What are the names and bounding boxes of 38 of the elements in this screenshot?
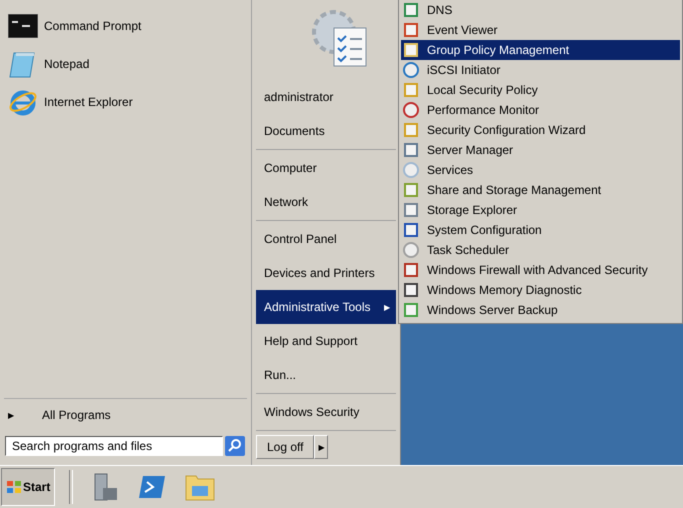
menu-item[interactable]: Windows Security — [256, 395, 396, 429]
program-item[interactable]: Notepad — [0, 45, 251, 83]
submenu-item[interactable]: Server Manager — [401, 140, 680, 160]
menu-item[interactable]: Devices and Printers — [256, 256, 396, 290]
submenu-item[interactable]: Performance Monitor — [401, 100, 680, 120]
submenu-item[interactable]: Services — [401, 160, 680, 180]
menu-item[interactable]: Network — [256, 185, 396, 219]
submenu-item[interactable]: iSCSI Initiator — [401, 60, 680, 80]
submenu-item[interactable]: Task Scheduler — [401, 240, 680, 260]
shutdown-options-button[interactable]: ▶ — [314, 435, 328, 459]
submenu-item[interactable]: Share and Storage Management — [401, 180, 680, 200]
menu-item[interactable]: administrator — [256, 80, 396, 114]
terminal-icon — [8, 14, 38, 38]
submenu-item[interactable]: Group Policy Management — [401, 40, 680, 60]
submenu-arrow-icon: ▶ — [384, 302, 390, 312]
menu-item[interactable]: Help and Support — [256, 324, 396, 358]
menu-item[interactable]: Run... — [256, 358, 396, 392]
submenu-item[interactable]: Storage Explorer — [401, 200, 680, 220]
submenu-item[interactable]: System Configuration — [401, 220, 680, 240]
submenu-item[interactable]: Local Security Policy — [401, 80, 680, 100]
submenu-item[interactable]: DNS — [401, 0, 680, 20]
search-field[interactable]: Search programs and files — [5, 436, 223, 456]
program-item[interactable]: Command Prompt — [0, 7, 251, 45]
submenu-item[interactable]: Event Viewer — [401, 20, 680, 40]
start-button[interactable]: Start — [1, 468, 56, 506]
menu-item[interactable]: Documents — [256, 114, 396, 148]
menu-item[interactable]: Computer — [256, 151, 396, 185]
submenu-item[interactable]: Windows Firewall with Advanced Security — [401, 260, 680, 280]
submenu-item[interactable]: Security Configuration Wizard — [401, 120, 680, 140]
menu-item[interactable]: Administrative Tools ▶ — [256, 290, 396, 324]
program-item[interactable]: Internet Explorer — [0, 83, 251, 121]
menu-item[interactable]: Control Panel — [256, 222, 396, 256]
search-icon[interactable] — [225, 436, 245, 456]
all-programs-item[interactable]: ▶ All Programs — [4, 398, 247, 431]
submenu-item[interactable]: Windows Memory Diagnostic — [401, 280, 680, 300]
windows-logo-icon — [6, 480, 22, 494]
submenu-item[interactable]: Windows Server Backup — [401, 300, 680, 320]
log-off-button[interactable]: Log off — [256, 435, 314, 459]
